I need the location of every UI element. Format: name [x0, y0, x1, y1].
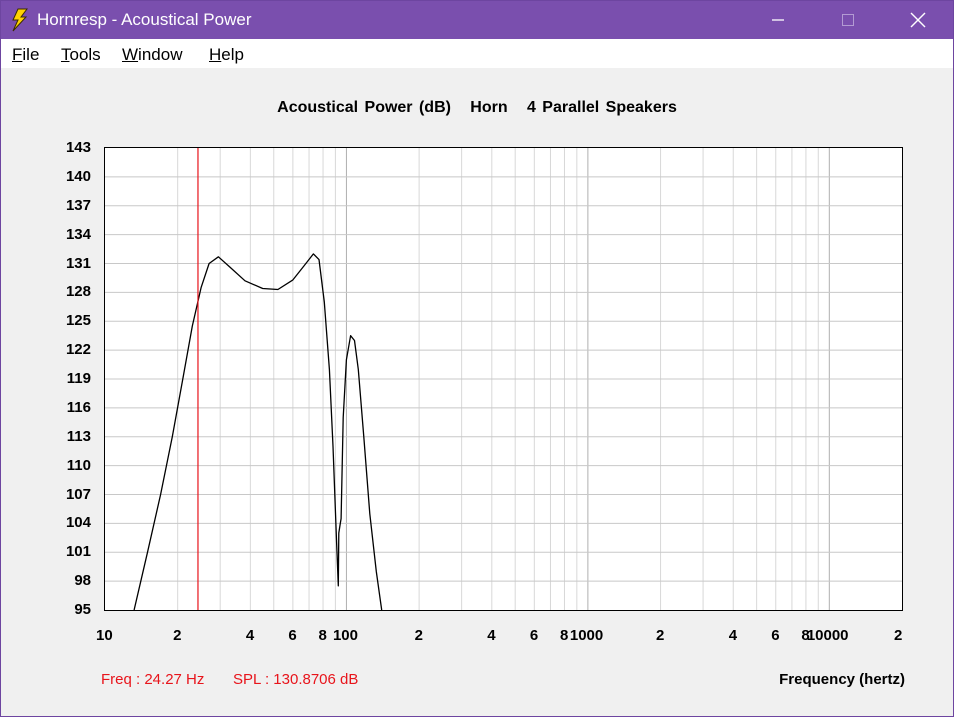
- x-tick-label: 4: [487, 627, 496, 644]
- close-icon: [910, 12, 926, 28]
- menu-tools[interactable]: Tools: [61, 45, 101, 65]
- y-tick-label: 131: [65, 254, 91, 272]
- x-tick-label: 10: [96, 627, 113, 644]
- x-tick-label: 2: [173, 627, 182, 644]
- title-bar[interactable]: Hornresp - Acoustical Power: [1, 1, 953, 39]
- y-tick-label: 143: [65, 139, 91, 156]
- y-tick-label: 107: [65, 485, 91, 503]
- acoustical-power-curve: [133, 253, 383, 610]
- close-button[interactable]: [883, 1, 953, 39]
- x-tick-label: 2: [656, 627, 665, 644]
- x-axis-title: Frequency (hertz): [779, 671, 905, 688]
- menu-help[interactable]: Help: [209, 45, 244, 65]
- minimize-button[interactable]: [743, 1, 813, 39]
- x-tick-label: 4: [728, 627, 738, 644]
- menu-file-mnemonic: F: [12, 45, 23, 64]
- window-title: Hornresp - Acoustical Power: [37, 10, 252, 29]
- chart-title: Acoustical Power (dB) Horn 4 Parallel Sp…: [277, 99, 677, 116]
- y-tick-label: 119: [66, 370, 91, 387]
- maximize-button[interactable]: [813, 1, 883, 39]
- y-tick-label: 128: [65, 283, 91, 301]
- cursor-spl-readout: SPL : 130.8706 dB: [233, 671, 359, 688]
- app-window: Hornresp - Acoustical Power File Tools W…: [0, 0, 954, 717]
- x-tick-label: 4: [245, 627, 255, 644]
- cursor-frequency-readout: Freq : 24.27 Hz: [101, 671, 205, 688]
- minimize-icon: [772, 19, 784, 21]
- y-tick-label: 137: [65, 196, 91, 214]
- x-tick-label: 8: [318, 627, 327, 644]
- x-tick-label: 10000: [806, 627, 849, 644]
- maximize-icon: [842, 14, 854, 26]
- plot-area[interactable]: [104, 147, 903, 611]
- x-tick-label: 6: [288, 627, 297, 644]
- menu-window-label: indow: [138, 45, 183, 64]
- y-tick-label: 122: [65, 341, 91, 359]
- x-tick-label: 2: [414, 627, 423, 644]
- x-tick-label: 100: [332, 627, 358, 644]
- y-tick-label: 140: [65, 167, 91, 185]
- lightning-bolt-icon: [12, 8, 28, 32]
- y-tick-label: 104: [65, 514, 91, 532]
- x-tick-label: 1000: [569, 627, 604, 644]
- y-tick-label: 134: [65, 225, 91, 243]
- menu-tools-mnemonic: T: [61, 45, 70, 64]
- x-tick-label: 2: [894, 627, 903, 644]
- chart-area: Acoustical Power (dB) Horn 4 Parallel Sp…: [1, 68, 953, 716]
- y-tick-label: 113: [66, 427, 91, 445]
- menu-file[interactable]: File: [12, 45, 39, 65]
- x-tick-label: 8: [559, 627, 569, 644]
- menu-window-mnemonic: W: [122, 45, 139, 64]
- menu-help-mnemonic: H: [209, 45, 222, 64]
- y-tick-label: 110: [66, 456, 91, 474]
- y-tick-label: 95: [74, 601, 91, 618]
- menu-bar: File Tools Window Help: [1, 39, 953, 68]
- x-tick-label: 6: [771, 627, 780, 644]
- y-tick-label: 125: [65, 312, 91, 330]
- y-tick-label: 98: [74, 572, 91, 590]
- y-tick-label: 101: [65, 543, 91, 561]
- y-tick-label: 116: [66, 398, 91, 416]
- menu-tools-label: ools: [69, 45, 101, 64]
- menu-window[interactable]: Window: [122, 45, 182, 65]
- menu-help-label: elp: [221, 45, 244, 64]
- plot-canvas[interactable]: [105, 148, 902, 610]
- menu-file-label: ile: [22, 45, 40, 64]
- x-tick-label: 6: [529, 627, 539, 644]
